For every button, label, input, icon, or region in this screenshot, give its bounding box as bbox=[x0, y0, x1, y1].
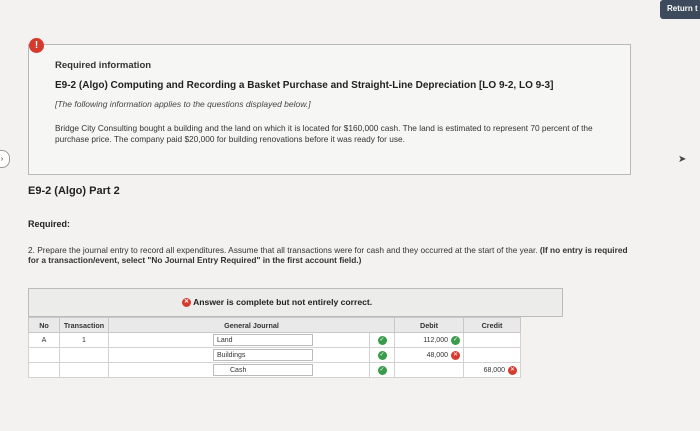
col-no: No bbox=[28, 317, 60, 333]
account-input[interactable]: Buildings bbox=[213, 349, 313, 361]
incorrect-icon: ✕ bbox=[182, 298, 191, 308]
account-cell: Cash bbox=[108, 362, 370, 378]
required-info-heading: Required information bbox=[55, 60, 152, 71]
account-input[interactable]: Land bbox=[213, 334, 313, 346]
col-general-journal: General Journal bbox=[108, 317, 395, 333]
instruction-main: 2. Prepare the journal entry to record a… bbox=[28, 245, 540, 255]
exercise-title: E9-2 (Algo) Computing and Recording a Ba… bbox=[55, 80, 554, 91]
journal-table: No Transaction General Journal Debit Cre… bbox=[28, 317, 521, 378]
mouse-cursor-icon: ➤ bbox=[678, 154, 687, 165]
account-cell: Buildings bbox=[108, 347, 370, 363]
row-no bbox=[28, 347, 60, 363]
col-transaction: Transaction bbox=[59, 317, 109, 333]
credit-cell[interactable] bbox=[463, 332, 521, 348]
journal-row: Cash ✓ 68,000 ✕ bbox=[28, 362, 521, 378]
journal-row: Buildings ✓ 48,000 ✕ bbox=[28, 347, 521, 363]
incorrect-icon: ✕ bbox=[508, 365, 517, 375]
required-label: Required: bbox=[28, 219, 71, 229]
debit-value: 48,000 bbox=[426, 351, 448, 359]
status-cell: ✓ bbox=[369, 362, 395, 378]
credit-cell[interactable]: 68,000 ✕ bbox=[463, 362, 521, 378]
account-input[interactable]: Cash bbox=[213, 364, 313, 376]
instructions: 2. Prepare the journal entry to record a… bbox=[28, 245, 638, 265]
row-transaction: 1 bbox=[59, 332, 109, 348]
exercise-body: Bridge City Consulting bought a building… bbox=[55, 123, 593, 144]
debit-value: 112,000 bbox=[423, 336, 448, 344]
col-credit: Credit bbox=[463, 317, 521, 333]
journal-row: A 1 Land ✓ 112,000 ✓ bbox=[28, 332, 521, 348]
row-no bbox=[28, 362, 60, 378]
answer-status-text: Answer is complete but not entirely corr… bbox=[193, 297, 373, 307]
row-no: A bbox=[28, 332, 60, 348]
prev-arrow-icon[interactable]: › bbox=[0, 150, 10, 168]
alert-icon: ! bbox=[29, 38, 44, 53]
account-cell: Land bbox=[108, 332, 370, 348]
answer-status: ✕ Answer is complete but not entirely co… bbox=[182, 297, 373, 308]
debit-cell[interactable]: 112,000 ✓ bbox=[394, 332, 464, 348]
exercise-note: [The following information applies to th… bbox=[55, 99, 311, 109]
row-transaction bbox=[59, 347, 109, 363]
credit-value: 68,000 bbox=[483, 366, 505, 374]
row-transaction bbox=[59, 362, 109, 378]
correct-icon: ✓ bbox=[377, 335, 387, 345]
part-title: E9-2 (Algo) Part 2 bbox=[28, 185, 120, 197]
correct-icon: ✓ bbox=[377, 350, 387, 360]
debit-cell[interactable] bbox=[394, 362, 464, 378]
incorrect-icon: ✕ bbox=[451, 350, 460, 360]
credit-cell[interactable] bbox=[463, 347, 521, 363]
return-button[interactable]: Return t bbox=[660, 0, 700, 19]
correct-icon: ✓ bbox=[377, 365, 387, 375]
correct-icon: ✓ bbox=[451, 335, 460, 345]
col-debit: Debit bbox=[394, 317, 464, 333]
debit-cell[interactable]: 48,000 ✕ bbox=[394, 347, 464, 363]
status-cell: ✓ bbox=[369, 332, 395, 348]
status-cell: ✓ bbox=[369, 347, 395, 363]
